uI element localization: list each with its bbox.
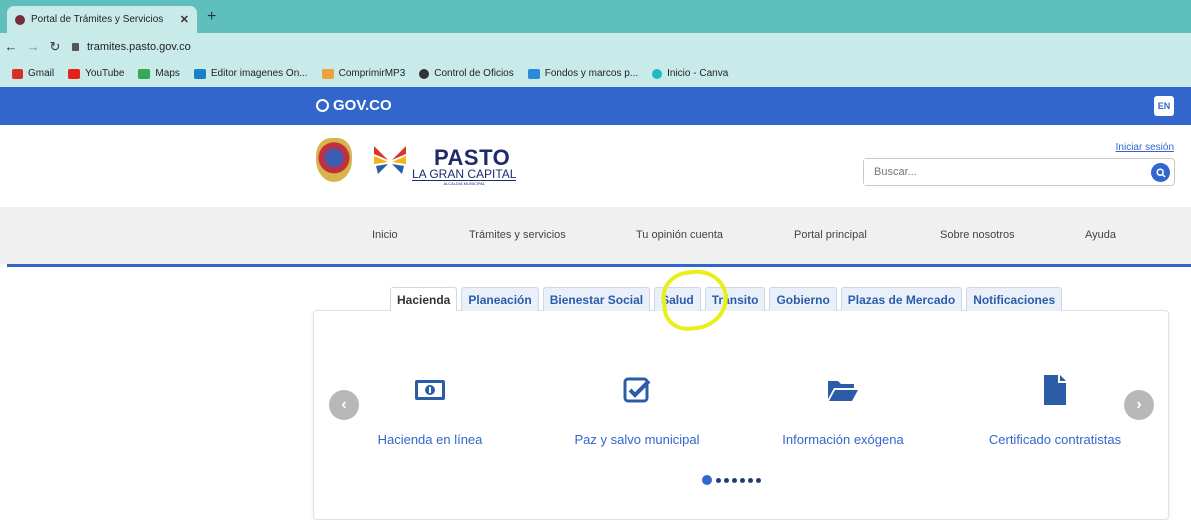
lock-icon [72,42,79,51]
bookmark-youtube[interactable]: YouTube [68,68,124,79]
folder-open-icon [828,381,858,401]
category-tabs: Hacienda Planeación Bienestar Social Sal… [390,287,1066,311]
carousel-dot[interactable] [756,477,761,483]
tab-title: Portal de Trámites y Servicios - A [31,14,166,25]
menu-item-sobre[interactable]: Sobre nosotros [940,229,1015,241]
url-text: tramites.pasto.gov.co [87,40,191,53]
file-icon [1044,375,1066,405]
search-icon [1155,167,1166,178]
youtube-icon [68,68,81,79]
menu-item-tramites[interactable]: Trámites y servicios [469,229,566,241]
comprimir-icon [321,68,334,79]
tab-plazas-de-mercado[interactable]: Plazas de Mercado [840,287,963,311]
tab-bienestar-social[interactable]: Bienestar Social [542,287,651,311]
card-label: Hacienda en línea [377,432,483,447]
bookmark-label: ComprimirMP3 [338,68,406,79]
forward-icon[interactable]: → [22,39,44,54]
carousel-dot[interactable] [748,477,753,483]
canva-icon [652,68,663,79]
site-favicon-icon [15,14,25,25]
check-square-icon [623,377,651,403]
carousel-dot-active[interactable] [702,475,712,485]
money-bill-icon [415,380,445,400]
login-link[interactable]: Iniciar sesión [1116,142,1174,153]
bookmark-comprimir[interactable]: ComprimirMP3 [321,68,406,79]
bookmark-gmail[interactable]: Gmail [12,68,54,79]
menu-divider [7,264,1191,267]
pasto-emblem-icon [374,146,406,174]
gmail-icon [12,68,23,79]
brand-subtitle: LA GRAN CAPITAL [412,167,517,181]
bookmark-label: YouTube [85,68,125,79]
bookmark-label: Fondos y marcos p... [544,68,639,79]
globe-icon [419,68,430,79]
menu-item-inicio[interactable]: Inicio [372,229,398,241]
close-tab-icon[interactable]: ✕ [180,13,189,26]
new-tab-icon[interactable]: + [207,8,216,26]
tab-planeacion[interactable]: Planeación [461,287,539,311]
service-card-hacienda-en-linea[interactable]: Hacienda en línea [340,372,520,447]
maps-icon [138,68,151,79]
back-icon[interactable]: ← [0,39,22,54]
carousel-indicators [702,475,764,485]
service-card-informacion-exogena[interactable]: Información exógena [753,372,933,447]
carousel-dot[interactable] [732,477,737,483]
search-button[interactable] [1151,163,1170,182]
bookmark-control[interactable]: Control de Oficios [419,68,514,79]
card-label: Certificado contratistas [988,432,1122,447]
tab-gobierno[interactable]: Gobierno [769,287,837,311]
reload-icon[interactable]: ↻ [44,39,66,55]
menu-item-portal[interactable]: Portal principal [794,229,867,241]
gov-emblem-icon [316,99,329,112]
bookmark-canva[interactable]: Inicio - Canva [652,68,728,79]
card-label: Información exógena [782,432,904,447]
service-card-certificado-contratistas[interactable]: Certificado contratistas [965,372,1145,447]
url-field[interactable]: tramites.pasto.gov.co [72,41,191,53]
bookmarks-bar: Gmail YouTube Maps Editor imagenes On...… [0,60,1191,87]
fondos-icon [527,68,540,79]
carousel-dot[interactable] [740,477,745,483]
bookmark-label: Gmail [28,68,55,79]
main-menu: Inicio Trámites y servicios Tu opinión c… [0,207,1191,264]
browser-tabbar: Portal de Trámites y Servicios - A ✕ + [0,0,1191,33]
address-bar: ← → ↻ tramites.pasto.gov.co [0,33,1191,60]
tab-hacienda[interactable]: Hacienda [390,287,458,311]
card-label: Paz y salvo municipal [574,432,700,447]
language-button[interactable]: EN [1154,96,1174,116]
search-input[interactable] [864,159,1134,185]
brand-logo[interactable]: PASTO LA GRAN CAPITAL ALCALDÍA MUNICIPAL [412,145,517,186]
bookmark-maps[interactable]: Maps [138,68,180,79]
gov-logo[interactable]: GOV.CO [316,97,392,114]
bookmark-label: Control de Oficios [434,68,514,79]
brand-title: PASTO [434,145,511,170]
gov-bar: GOV.CO EN [0,87,1191,125]
gov-logo-text: GOV.CO [333,97,392,114]
bookmark-editor[interactable]: Editor imagenes On... [193,68,308,79]
brand-small: ALCALDÍA MUNICIPAL [443,181,486,186]
bookmark-fondos[interactable]: Fondos y marcos p... [527,68,639,79]
tab-notificaciones[interactable]: Notificaciones [966,287,1063,311]
menu-item-ayuda[interactable]: Ayuda [1085,229,1116,241]
carousel-dot[interactable] [716,477,721,483]
bookmark-label: Editor imagenes On... [210,68,308,79]
browser-tab[interactable]: Portal de Trámites y Servicios - A ✕ [7,6,197,33]
menu-item-opinion[interactable]: Tu opinión cuenta [636,229,723,241]
carousel-dot[interactable] [724,477,729,483]
bookmark-label: Inicio - Canva [667,68,729,79]
coat-of-arms-logo [316,138,352,182]
editor-icon [193,68,206,79]
search-box [863,158,1175,186]
service-card-paz-y-salvo[interactable]: Paz y salvo municipal [547,372,727,447]
bookmark-label: Maps [155,68,180,79]
